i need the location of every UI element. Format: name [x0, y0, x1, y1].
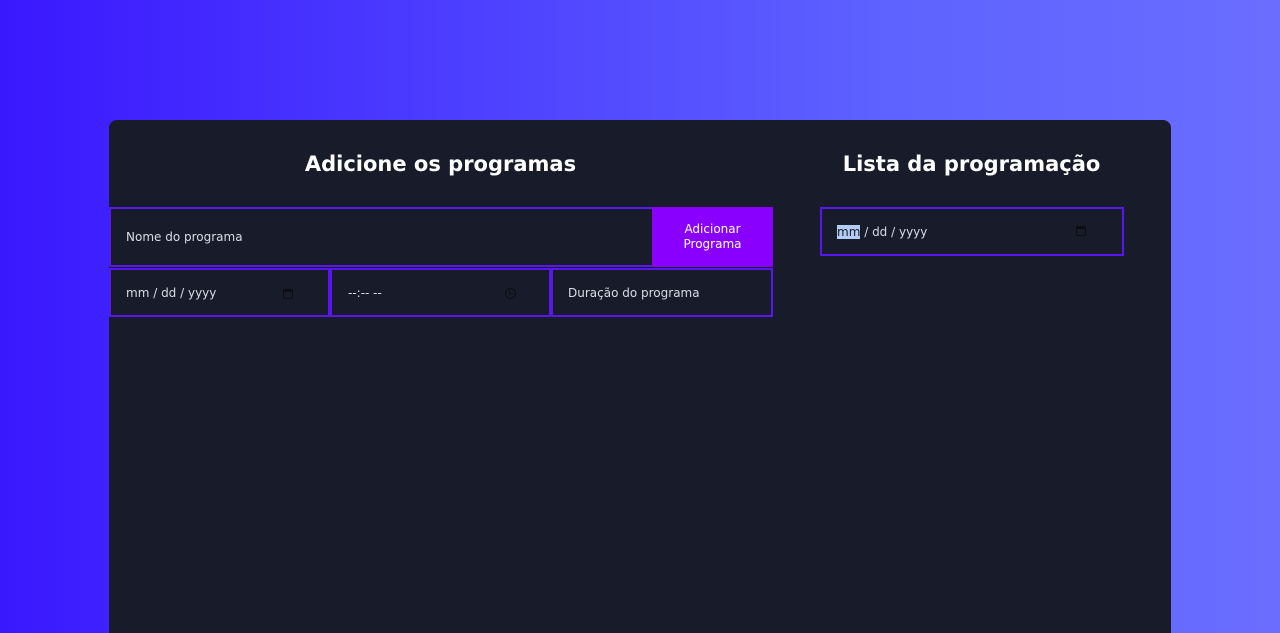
date-separator: / — [149, 285, 162, 300]
program-duration-placeholder: Duração do programa — [568, 285, 700, 300]
add-program-button[interactable]: Adicionar Programa — [652, 207, 773, 267]
date-year-segment[interactable]: yyyy — [188, 286, 216, 300]
program-name-input[interactable]: Nome do programa — [109, 207, 653, 267]
calendar-icon[interactable] — [283, 289, 293, 299]
date-day-segment[interactable]: dd — [872, 225, 887, 239]
schedule-date-filter-input[interactable]: mm / dd / yyyy — [820, 207, 1124, 256]
date-year-segment[interactable]: yyyy — [899, 225, 927, 239]
calendar-icon[interactable] — [1076, 226, 1086, 236]
date-separator: / — [887, 224, 899, 239]
time-value: --:-- -- — [348, 285, 382, 300]
program-name-placeholder: Nome do programa — [126, 230, 243, 244]
date-day-segment[interactable]: dd — [161, 286, 176, 300]
program-date-input[interactable]: mm / dd / yyyy — [109, 268, 330, 317]
schedule-list-title: Lista da programação — [842, 152, 1101, 176]
clock-icon[interactable] — [505, 288, 516, 299]
program-duration-input[interactable]: Duração do programa — [551, 268, 773, 317]
date-separator: / — [176, 285, 188, 300]
date-month-segment[interactable]: mm — [126, 286, 149, 300]
date-separator: / — [860, 224, 873, 239]
date-month-segment[interactable]: mm — [837, 224, 861, 239]
main-card: Adicione os programas Lista da programaç… — [109, 120, 1171, 633]
program-time-input[interactable]: --:-- -- — [330, 268, 551, 317]
add-programs-title: Adicione os programas — [304, 152, 577, 176]
